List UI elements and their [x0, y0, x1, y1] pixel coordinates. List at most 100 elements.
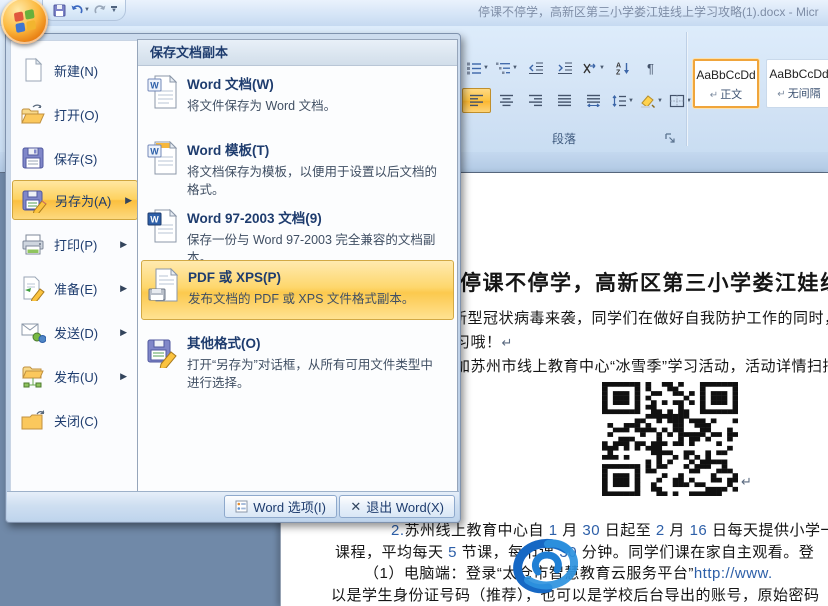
borders-button[interactable]: ▼ [667, 89, 694, 112]
prepare-icon [20, 275, 46, 301]
increase-indent-icon [557, 61, 573, 75]
shading-button[interactable]: ▼ [638, 89, 665, 112]
menu-item-save[interactable]: 保存(S) [12, 138, 132, 178]
document-text-line: 加苏州市线上教育中心“冰雪季”学习活动，活动详情扫描二维 [455, 355, 828, 376]
office-menu-footer: Word 选项(I) ✕ 退出 Word(X) [7, 491, 459, 521]
menu-item-prepare[interactable]: 准备(E) ▶ [12, 268, 132, 308]
menu-item-label: 打开(O) [54, 105, 99, 124]
submenu-item-pdf-xps[interactable]: PDF 或 XPS(P) 发布文档的 PDF 或 XPS 文件格式副本。 [141, 260, 454, 320]
paragraph-dialog-launcher[interactable] [664, 131, 676, 149]
numbered-list-button[interactable]: ▼ [464, 56, 491, 79]
save-button[interactable] [53, 2, 66, 18]
print-icon [20, 231, 46, 257]
submenu-item-word-template[interactable]: W Word 模板(T) 将文档保存为模板，以便用于设置以后文档的格式。 [141, 134, 454, 204]
other-formats-icon [147, 334, 177, 368]
document-text-line: 新型冠状病毒来袭，同学们在做好自我防护工作的同时，可以利 [452, 307, 828, 328]
document-title-line: 停课不停学，高新区第三小学娄江娃线上学习攻略 [460, 267, 828, 297]
menu-item-send[interactable]: 发送(D) ▶ [12, 312, 132, 352]
send-icon [20, 319, 46, 345]
menu-item-print[interactable]: 打印(P) ▶ [12, 224, 132, 264]
office-menu-left-pane: 新建(N) 打开(O) 保存(S) 另存为(A) ▶ 打印(P) ▶ [10, 40, 137, 495]
shading-icon [640, 94, 656, 108]
menu-item-label: 新建(N) [54, 61, 98, 80]
dropdown-caret-icon: ▼ [599, 65, 605, 71]
menu-item-open[interactable]: 打开(O) [12, 94, 132, 134]
svg-text:W: W [150, 81, 159, 91]
align-center-icon [499, 94, 514, 107]
word-template-icon: W [147, 141, 177, 175]
align-left-icon [469, 94, 484, 107]
redo-icon [94, 4, 107, 16]
new-document-icon [20, 57, 46, 83]
undo-button[interactable]: ▼ [70, 2, 90, 18]
line-spacing-button[interactable]: ▼ [609, 89, 636, 112]
style-no-spacing[interactable]: AaBbCcDd ↵无间隔 [766, 59, 828, 108]
dialog-launcher-icon [664, 132, 676, 144]
asian-layout-button[interactable]: ▼ [580, 56, 607, 79]
save-copy-submenu: 保存文档副本 W Word 文档(W) 将文件保存为 Word 文档。 W Wo… [137, 39, 458, 495]
pdf-xps-icon [148, 268, 178, 302]
word-window: 停课不停学，高新区第三小学娄江娃线上学习攻略(1).docx - Micr ▼ … [0, 0, 828, 606]
word-options-label: Word 选项(I) [253, 497, 326, 516]
submenu-item-desc: 发布文档的 PDF 或 XPS 文件格式副本。 [188, 290, 414, 308]
dropdown-caret-icon: ▼ [657, 98, 663, 104]
submenu-item-other-formats[interactable]: 其他格式(O) 打开“另存为”对话框，从所有可用文件类型中进行选择。 [141, 327, 454, 397]
align-left-button[interactable] [462, 88, 491, 113]
style-preview: AaBbCcDd [767, 67, 828, 81]
submenu-item-desc: 将文档保存为模板，以便用于设置以后文档的格式。 [187, 163, 443, 199]
multilevel-list-button[interactable]: ▼ [493, 56, 520, 79]
justify-button[interactable] [551, 89, 578, 112]
svg-text:W: W [150, 147, 159, 157]
dropdown-caret-icon: ▼ [84, 7, 90, 13]
align-right-icon [528, 94, 543, 107]
submenu-item-word-document[interactable]: W Word 文档(W) 将文件保存为 Word 文档。 [141, 68, 454, 120]
align-center-button[interactable] [493, 89, 520, 112]
line-spacing-icon [611, 94, 627, 108]
menu-item-publish[interactable]: 发布(U) ▶ [12, 356, 132, 396]
exit-word-label: 退出 Word(X) [366, 497, 444, 516]
sort-icon: AZ [615, 61, 631, 75]
flyout-arrow-icon: ▶ [120, 283, 127, 294]
menu-item-save-as[interactable]: 另存为(A) ▶ [12, 180, 138, 220]
menu-item-new[interactable]: 新建(N) [12, 50, 132, 90]
sort-button[interactable]: AZ [609, 56, 636, 79]
word-options-icon [235, 500, 248, 513]
exit-word-icon: ✕ [350, 499, 361, 515]
paragraph-group-label: 段落 [458, 130, 670, 147]
menu-item-label: 发送(D) [54, 323, 98, 342]
office-logo-icon [13, 9, 35, 33]
word-options-button[interactable]: Word 选项(I) [224, 495, 337, 518]
svg-text:¶: ¶ [647, 61, 654, 75]
menu-item-label: 发布(U) [54, 367, 98, 386]
menu-item-label: 另存为(A) [55, 191, 111, 210]
ribbon-group-separator [686, 32, 687, 146]
flyout-arrow-icon: ▶ [120, 239, 127, 250]
dropdown-caret-icon: ▼ [483, 65, 489, 71]
undo-icon [70, 4, 83, 16]
publish-icon [20, 363, 46, 389]
redo-button[interactable] [94, 2, 107, 18]
style-name: ↵正文 [695, 86, 757, 102]
qr-code [602, 382, 738, 496]
menu-item-label: 打印(P) [54, 235, 97, 254]
submenu-item-desc: 将文件保存为 Word 文档。 [187, 97, 336, 115]
decrease-indent-icon [528, 61, 544, 75]
office-menu: 新建(N) 打开(O) 保存(S) 另存为(A) ▶ 打印(P) ▶ [5, 33, 461, 523]
increase-indent-button[interactable] [551, 56, 578, 79]
submenu-item-title: Word 文档(W) [187, 73, 336, 93]
flyout-arrow-icon: ▶ [125, 195, 132, 206]
exit-word-button[interactable]: ✕ 退出 Word(X) [339, 495, 455, 518]
pilcrow-icon: ↵ [741, 474, 752, 490]
svg-text:A: A [616, 62, 621, 69]
style-normal[interactable]: AaBbCcDd ↵正文 [693, 59, 759, 108]
asian-layout-icon [582, 61, 598, 75]
menu-item-close[interactable]: 关闭(C) [12, 400, 132, 440]
decrease-indent-button[interactable] [522, 56, 549, 79]
show-paragraph-marks-button[interactable]: ¶ [638, 56, 665, 79]
customize-quick-access-button[interactable]: ▼ [111, 2, 117, 18]
multilevel-list-icon [495, 61, 511, 75]
pilcrow-icon: ↵ [710, 90, 718, 101]
dropdown-caret-icon: ▼ [628, 98, 634, 104]
align-right-button[interactable] [522, 89, 549, 112]
distributed-button[interactable] [580, 89, 607, 112]
